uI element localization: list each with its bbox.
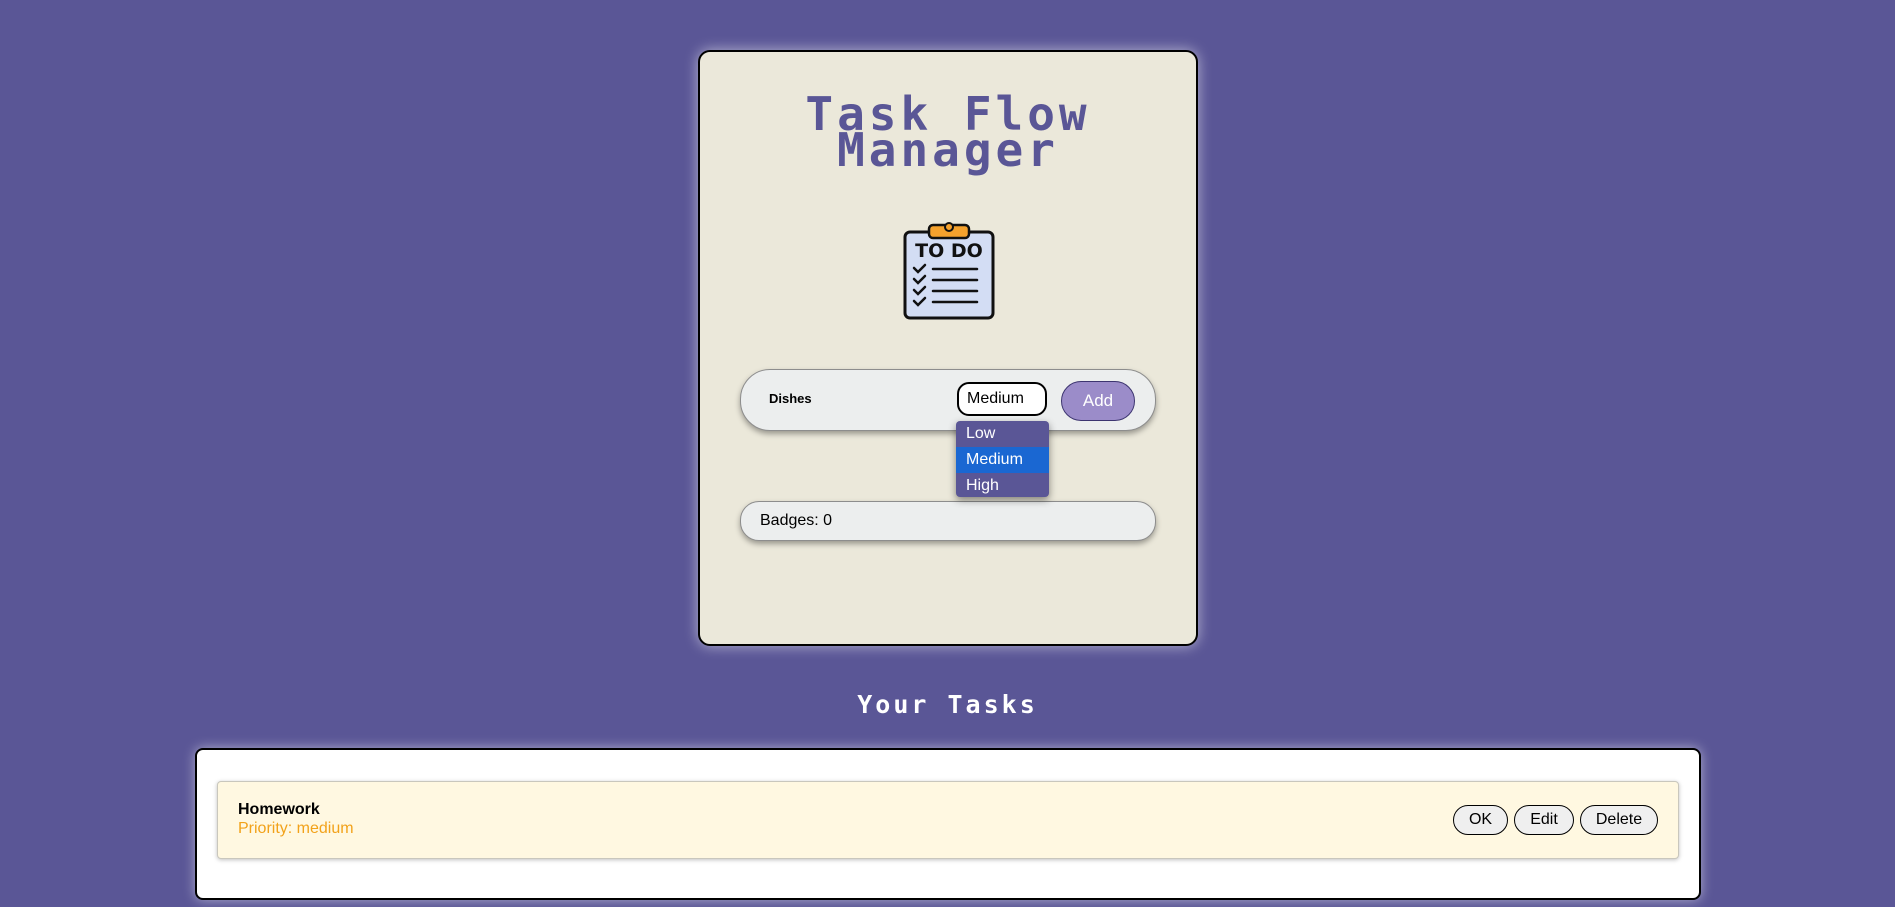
task-item-priority: Priority: medium (238, 820, 354, 837)
task-list-panel: Homework Priority: medium OK Edit Delete (195, 748, 1701, 900)
todo-clipboard-icon: TO DO (903, 222, 995, 320)
task-item-name: Homework (238, 801, 320, 818)
app-title: Task Flow Manager (700, 91, 1196, 177)
task-edit-button[interactable]: Edit (1514, 805, 1574, 835)
badges-count: Badges: 0 (760, 512, 833, 529)
badges-bar: Badges: 0 (740, 501, 1156, 541)
add-task-button[interactable]: Add (1061, 381, 1135, 421)
task-name-input[interactable]: Dishes (769, 391, 812, 406)
priority-option-medium[interactable]: Medium (956, 447, 1049, 473)
clipboard-label: TO DO (915, 240, 983, 262)
add-task-form: Dishes Medium Add (740, 369, 1156, 431)
priority-select[interactable]: Medium (957, 382, 1047, 416)
task-ok-button[interactable]: OK (1453, 805, 1508, 835)
task-manager-card: Task Flow Manager TO DO Dishes Medium Ad… (698, 50, 1198, 646)
task-delete-button[interactable]: Delete (1580, 805, 1658, 835)
app-title-line-2: Manager (837, 123, 1059, 177)
priority-option-low[interactable]: Low (956, 421, 1049, 447)
priority-option-high[interactable]: High (956, 473, 1049, 497)
task-item: Homework Priority: medium OK Edit Delete (217, 781, 1679, 859)
your-tasks-heading: Your Tasks (857, 690, 1038, 719)
priority-dropdown: Low Medium High (956, 421, 1049, 497)
